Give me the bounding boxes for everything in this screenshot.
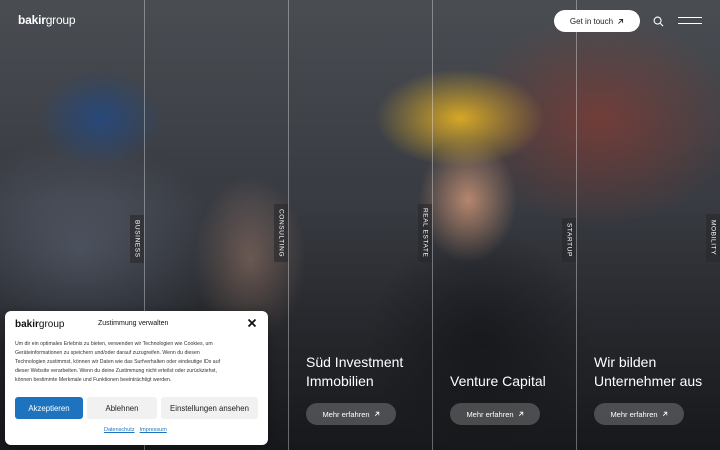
logo-bold-text: bakir	[18, 13, 46, 27]
title-line: Unternehmer aus	[594, 373, 703, 389]
title-line: Süd Investment	[306, 354, 404, 370]
column-title-startup: Venture Capital	[450, 372, 546, 391]
cookie-links: Datenschutz Impressum	[104, 427, 172, 433]
hamburger-menu-icon[interactable]	[678, 17, 702, 26]
site-logo[interactable]: bakirgroup	[18, 13, 76, 27]
close-icon[interactable]	[247, 318, 257, 328]
logo-light-text: group	[38, 319, 65, 330]
accept-button[interactable]: Akzeptieren	[15, 397, 83, 419]
column-divider	[432, 0, 433, 450]
column-title-mobility: Wir bilden Unternehmer aus	[594, 353, 702, 391]
cookie-text-line: Geräteinformationen zu speichern und/ode…	[15, 349, 200, 356]
button-label: Mehr erfahren	[322, 409, 370, 419]
column-label-mobility[interactable]: MOBILITY	[706, 214, 720, 262]
cookie-consent-banner: bakirgroup Zustimmung verwalten Um dir e…	[5, 311, 268, 445]
logo-bold-text: bakir	[15, 319, 39, 330]
arrow-up-right-icon	[618, 18, 624, 24]
title-line: Venture Capital	[450, 373, 546, 389]
get-in-touch-label: Get in touch	[569, 16, 614, 26]
title-line: Immobilien	[306, 373, 374, 389]
deny-button[interactable]: Ablehnen	[87, 397, 157, 419]
cookie-text-line: Technologien zustimmst, können wir Daten…	[15, 358, 221, 365]
column-label-real-estate[interactable]: REAL ESTATE	[418, 204, 432, 262]
title-line: Wir bilden	[594, 354, 657, 370]
column-label-business[interactable]: BUSINESS	[130, 215, 144, 263]
imprint-link[interactable]: Impressum	[140, 427, 167, 433]
mehr-erfahren-button-mobility[interactable]: Mehr erfahren	[594, 403, 684, 425]
view-settings-button[interactable]: Einstellungen ansehen	[161, 397, 258, 419]
column-divider	[288, 0, 289, 450]
logo-light-text: group	[45, 13, 76, 27]
cookie-text-line: Um dir ein optimales Erlebnis zu bieten,…	[15, 341, 213, 347]
column-label-consulting[interactable]: CONSULTING	[274, 204, 288, 262]
arrow-up-right-icon	[518, 411, 523, 417]
mehr-erfahren-button-real-estate[interactable]: Mehr erfahren	[306, 403, 396, 425]
column-label-startup[interactable]: STARTUP	[562, 218, 576, 262]
cookie-text-line: können bestimmte Merkmale und Funktionen…	[15, 376, 172, 383]
arrow-up-right-icon	[374, 411, 379, 417]
get-in-touch-button[interactable]: Get in touch	[554, 10, 640, 32]
column-title-real-estate: Süd Investment Immobilien	[306, 353, 403, 391]
cookie-text-line: dieser Website verarbeiten. Wenn du dein…	[15, 367, 217, 374]
privacy-link[interactable]: Datenschutz	[104, 427, 135, 433]
button-label: Mehr erfahren	[610, 409, 658, 419]
button-label: Mehr erfahren	[466, 409, 514, 419]
arrow-up-right-icon	[662, 411, 667, 417]
search-icon[interactable]	[653, 16, 664, 27]
cookie-title: Zustimmung verwalten	[98, 320, 169, 327]
column-label-text: CONSULTING	[277, 208, 285, 258]
column-label-text: MOBILITY	[709, 220, 717, 256]
cookie-logo: bakirgroup	[15, 319, 64, 330]
column-label-text: BUSINESS	[133, 220, 141, 258]
column-divider	[576, 0, 577, 450]
cookie-description: Um dir ein optimales Erlebnis zu bieten,…	[15, 340, 261, 385]
column-label-text: REAL ESTATE	[421, 208, 429, 258]
column-label-text: STARTUP	[565, 223, 573, 257]
mehr-erfahren-button-startup[interactable]: Mehr erfahren	[450, 403, 540, 425]
